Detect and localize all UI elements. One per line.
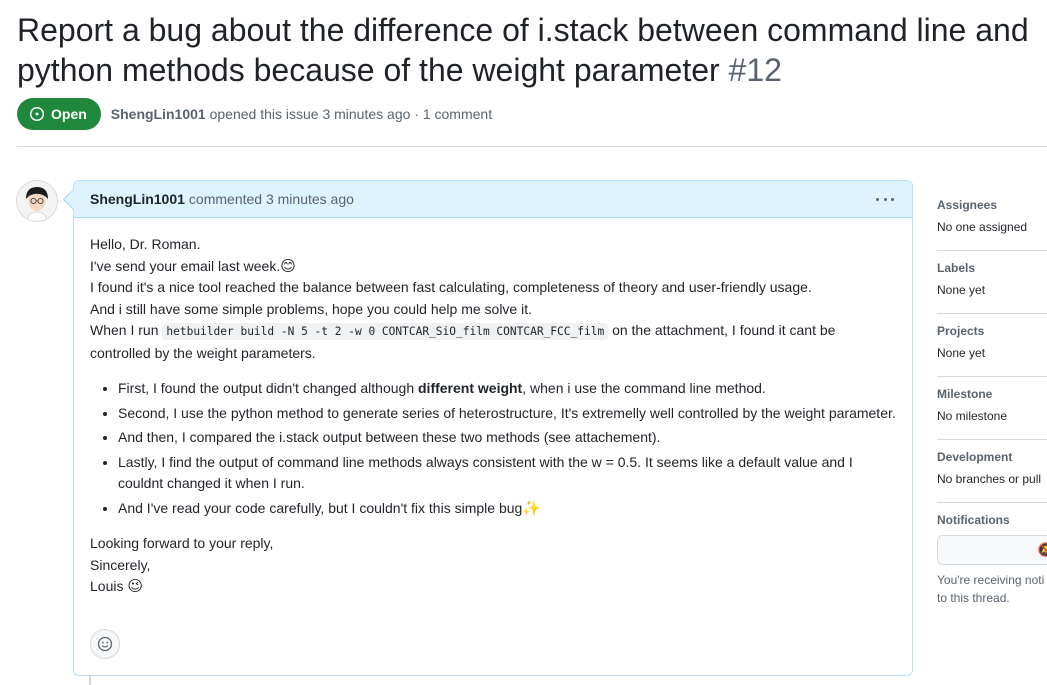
sidebar-development-label[interactable]: Development xyxy=(937,450,1047,464)
issue-meta: Open ShengLin1001 opened this issue 3 mi… xyxy=(17,98,492,130)
sidebar-assignees-value: No one assigned xyxy=(937,220,1028,234)
list-item: Lastly, I find the output of command lin… xyxy=(118,452,896,495)
sidebar-notifications: Notifications 🔕 You're receiving noti to… xyxy=(937,503,1047,623)
comment-author-link[interactable]: ShengLin1001 xyxy=(90,191,185,207)
sidebar-projects: Projects None yet xyxy=(937,314,1047,377)
avatar[interactable] xyxy=(16,180,58,222)
issue-number: #12 xyxy=(728,52,782,88)
issue-opened-icon xyxy=(29,106,45,122)
add-reaction-button[interactable] xyxy=(90,629,120,659)
status-label: Open xyxy=(51,106,87,122)
issue-title: Report a bug about the difference of i.s… xyxy=(17,10,1047,90)
list-item: First, I found the output didn't changed… xyxy=(118,378,896,400)
comment-line: I found it's a nice tool reached the bal… xyxy=(90,279,812,295)
sidebar-projects-label[interactable]: Projects xyxy=(937,324,1047,338)
sidebar-labels-label[interactable]: Labels xyxy=(937,261,1047,275)
wink-emoji-icon: 😉 xyxy=(127,577,143,595)
sidebar-development-value: No branches or pull xyxy=(937,472,1042,486)
comment-line: Looking forward to your reply, xyxy=(90,535,274,551)
comment-body: Hello, Dr. Roman. I've send your email l… xyxy=(74,218,912,598)
sidebar-milestone: Milestone No milestone xyxy=(937,377,1047,440)
sidebar-labels: Labels None yet xyxy=(937,251,1047,314)
timeline-line xyxy=(89,675,91,685)
issue-title-text: Report a bug about the difference of i.s… xyxy=(17,12,1029,88)
bullet-list: First, I found the output didn't changed… xyxy=(90,378,896,519)
sidebar-projects-value: None yet xyxy=(937,346,986,360)
comment-box: ShengLin1001 commented 3 minutes ago Hel… xyxy=(73,180,913,676)
issue-opened-text: opened this issue 3 minutes ago · 1 comm… xyxy=(209,106,493,122)
sidebar-assignees-label[interactable]: Assignees xyxy=(937,198,1047,212)
status-badge: Open xyxy=(17,98,101,130)
header-divider xyxy=(17,146,1047,147)
comment-line: Sincerely, xyxy=(90,556,151,573)
smile-emoji-icon: 😊 xyxy=(280,256,296,275)
comment-line: Louis 😉 xyxy=(90,577,143,595)
comment-header: ShengLin1001 commented 3 minutes ago xyxy=(74,181,912,218)
issue-author-link[interactable]: ShengLin1001 xyxy=(111,106,206,122)
sidebar: Assignees No one assigned Labels None ye… xyxy=(937,188,1047,623)
command-code: hetbuilder build -N 5 -t 2 -w 0 CONTCAR_… xyxy=(162,323,609,340)
list-item: And I've read your code carefully, but I… xyxy=(118,498,896,520)
kebab-horizontal-icon[interactable] xyxy=(876,191,894,207)
sidebar-notifications-label: Notifications xyxy=(937,513,1010,527)
sidebar-assignees: Assignees No one assigned xyxy=(937,188,1047,251)
comment-line: When I run hetbuilder build -N 5 -t 2 -w… xyxy=(90,322,836,361)
comment-line: I've send your email last week.😊 xyxy=(90,256,296,275)
sidebar-labels-value: None yet xyxy=(937,283,986,297)
sidebar-development: Development No branches or pull xyxy=(937,440,1047,503)
comment-timestamp[interactable]: commented 3 minutes ago xyxy=(189,191,354,207)
comment-line: And i still have some simple problems, h… xyxy=(90,300,532,317)
sidebar-milestone-value: No milestone xyxy=(937,409,1008,423)
bell-slash-icon: 🔕 xyxy=(1037,542,1047,557)
sparkles-emoji-icon: ✨ xyxy=(522,498,541,517)
smiley-icon xyxy=(97,636,113,652)
unsubscribe-button[interactable]: 🔕 xyxy=(937,535,1047,565)
sidebar-milestone-label[interactable]: Milestone xyxy=(937,387,1047,401)
list-item: Second, I use the python method to gener… xyxy=(118,403,896,425)
list-item: And then, I compared the i.stack output … xyxy=(118,427,896,449)
avatar-image xyxy=(17,181,57,221)
issue-meta-text: ShengLin1001 opened this issue 3 minutes… xyxy=(111,106,492,122)
notifications-text: You're receiving noti to this thread. xyxy=(937,573,1045,605)
comment-line: Hello, Dr. Roman. xyxy=(90,236,201,252)
